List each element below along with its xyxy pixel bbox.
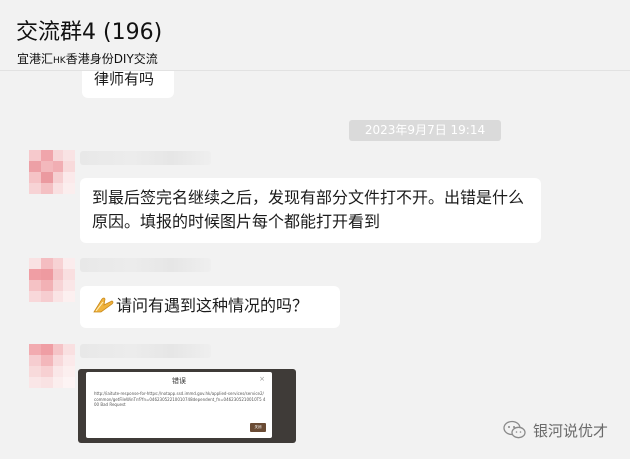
dialog-close-button: 关闭 — [250, 423, 266, 432]
avatar[interactable] — [29, 150, 75, 194]
avatar[interactable] — [29, 344, 75, 388]
watermark-text: 银河说优才 — [533, 421, 609, 440]
chat-title[interactable]: 交流群4 (196) — [16, 14, 162, 46]
message-text: 律师有吗 — [94, 70, 155, 88]
sender-name-redacted — [80, 258, 211, 272]
subtitle-part: 宜港汇 — [17, 52, 54, 66]
message-text: 到最后签完名继续之后，发现有部分文件打不开。出错是什么原因。填报的时候图片每个都… — [92, 188, 525, 231]
subtitle-part: 香港身份DIY交流 — [65, 52, 158, 66]
timestamp: 2023年9月7日 19:14 — [349, 120, 501, 141]
message-bubble[interactable]: 到最后签完名继续之后，发现有部分文件打不开。出错是什么原因。填报的时候图片每个都… — [80, 178, 541, 243]
error-dialog-screenshot: 错误 × http://iaitute-response-for-https:/… — [86, 372, 272, 438]
message-bubble[interactable]: 请问有遇到这种情况的吗？ — [80, 286, 340, 328]
dialog-title: 错误 — [172, 377, 186, 385]
dialog-body: http://iaitute-response-for-https://nota… — [94, 391, 266, 407]
sender-name-redacted — [80, 151, 211, 165]
wechat-official-account-icon — [503, 420, 527, 440]
avatar[interactable] — [29, 258, 75, 302]
subtitle-hk: HK — [53, 56, 66, 66]
message-text: 请问有遇到这种情况的吗？ — [116, 296, 309, 315]
watermark: 银河说优才 — [503, 420, 608, 440]
image-message[interactable]: 错误 × http://iaitute-response-for-https:/… — [78, 369, 296, 443]
chat-header: 交流群4 (196) 宜港汇HK香港身份DIY交流 — [0, 0, 630, 71]
close-icon: × — [259, 375, 265, 383]
chat-subtitle: 宜港汇HK香港身份DIY交流 — [17, 50, 158, 67]
sender-name-redacted — [80, 344, 211, 358]
praying-hands-emoji-icon — [92, 296, 114, 314]
